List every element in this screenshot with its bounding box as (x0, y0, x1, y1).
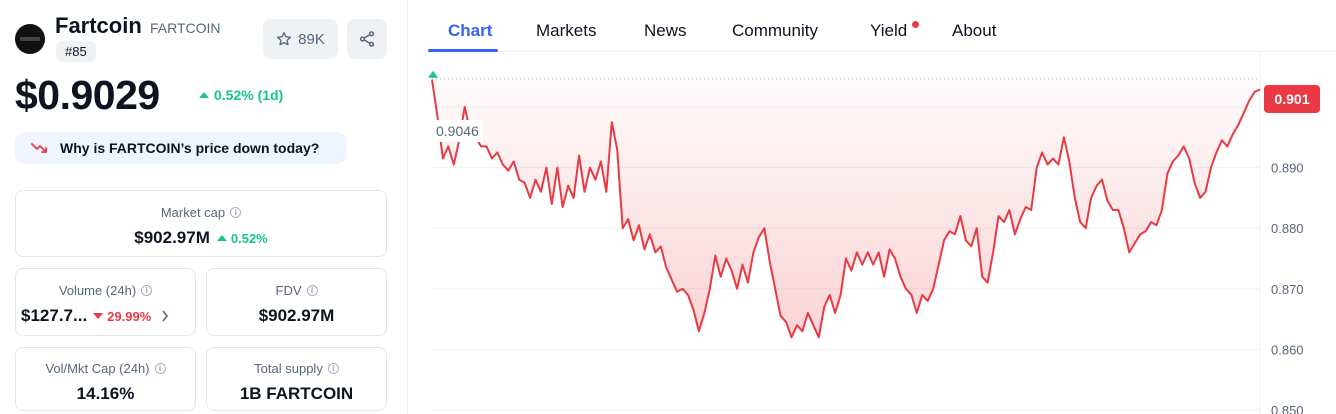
fdv-label: FDV (275, 283, 302, 298)
chart-start-price-label: 0.9046 (432, 120, 483, 142)
chevron-right-icon (162, 310, 169, 322)
series-area-fill (432, 78, 1260, 338)
total-supply-card: Total supply i 1B FARTCOIN (206, 347, 387, 411)
tab-chart[interactable]: Chart (448, 21, 492, 41)
trend-down-icon (31, 143, 47, 153)
caret-down-icon (93, 313, 104, 319)
active-tab-indicator (428, 49, 498, 52)
price-chart[interactable]: 0.8500.8600.8700.8800.8900.900 (428, 53, 1336, 414)
why-prompt-text: Why is FARTCOIN’s price down today? (60, 140, 320, 156)
price-change-value: 0.52% (1d) (214, 87, 284, 103)
y-tick-label: 0.880 (1271, 221, 1304, 236)
y-tick-label: 0.860 (1271, 342, 1304, 357)
price-chart-svg: 0.8500.8600.8700.8800.8900.900 (428, 53, 1304, 414)
volume-change: 29.99% (93, 309, 151, 324)
info-icon[interactable]: i (306, 285, 318, 296)
fdv-value: $902.97M (258, 306, 335, 325)
fdv-card: FDV i $902.97M (206, 268, 387, 336)
tab-yield[interactable]: Yield (870, 21, 907, 41)
star-icon (277, 31, 292, 46)
total-supply-value: 1B FARTCOIN (239, 384, 354, 403)
volume-value: $127.7... (21, 306, 88, 325)
coin-tabs: Chart Markets News Community Yield About (428, 0, 1336, 52)
price-change-1d: 0.52% (1d) (199, 87, 283, 103)
why-price-down-button[interactable]: Why is FARTCOIN’s price down today? (15, 132, 347, 164)
market-cap-change: 0.52% (216, 231, 268, 246)
market-cap-label: Market cap (160, 205, 226, 220)
vol-mkt-cap-card: Vol/Mkt Cap (24h) i 14.16% (15, 347, 196, 411)
yield-notification-dot (912, 21, 919, 28)
caret-up-icon (199, 92, 209, 98)
coin-name: Fartcoin (55, 13, 142, 38)
current-price: $0.9029 (15, 72, 160, 118)
vol-mkt-cap-value: 14.16% (76, 384, 135, 403)
tab-markets[interactable]: Markets (536, 21, 596, 41)
rank-badge: #85 (56, 41, 96, 62)
market-cap-card: Market cap i $902.97M 0.52% (15, 190, 387, 257)
current-price-tag: 0.901 (1264, 85, 1320, 113)
y-tick-label: 0.870 (1271, 282, 1304, 297)
coin-symbol: FARTCOIN (150, 20, 221, 36)
market-cap-value: $902.97M (134, 228, 210, 247)
tab-community[interactable]: Community (732, 21, 818, 41)
coin-overview-panel: Fartcoin FARTCOIN #85 89K $0.9029 0.52% … (0, 0, 408, 414)
share-icon (359, 31, 375, 47)
start-marker-icon (428, 70, 438, 78)
caret-up-icon (216, 235, 227, 241)
share-button[interactable] (347, 19, 387, 59)
watchlist-button[interactable]: 89K (263, 19, 338, 59)
info-icon[interactable]: i (154, 363, 166, 374)
info-icon[interactable]: i (141, 285, 153, 296)
info-icon[interactable]: i (230, 207, 242, 218)
coin-logo (15, 24, 45, 54)
volume-label: Volume (24h) (58, 283, 137, 298)
tab-news[interactable]: News (644, 21, 687, 41)
y-tick-label: 0.850 (1271, 403, 1304, 414)
info-icon[interactable]: i (327, 363, 339, 374)
total-supply-label: Total supply (254, 361, 323, 376)
watchlist-count: 89K (298, 30, 325, 48)
vol-mkt-cap-label: Vol/Mkt Cap (24h) (45, 361, 150, 376)
volume-card[interactable]: Volume (24h) i $127.7... 29.99% (15, 268, 196, 336)
y-tick-label: 0.890 (1271, 161, 1304, 176)
tab-about[interactable]: About (952, 21, 996, 41)
